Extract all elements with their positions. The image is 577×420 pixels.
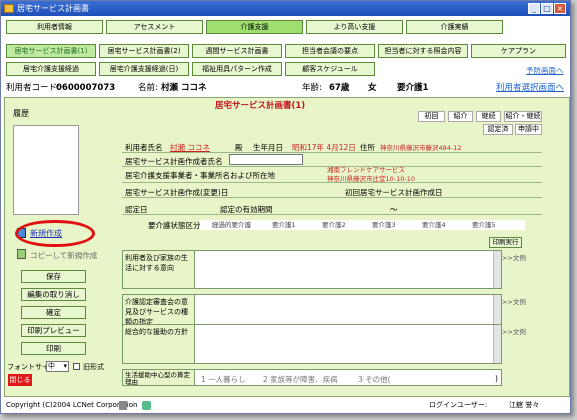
main-panel: 居宅サービス計画書(1) 履歴 新規作成 コピーして新規作成 保存 編集の取り消…	[4, 97, 570, 397]
santei-option-2[interactable]: 2 家族等が障害、疾病	[263, 374, 338, 385]
pen-icon	[119, 401, 127, 410]
ikou-label: 利用者及び家族の生活に対する意向	[123, 251, 195, 288]
kubun-label: 要介護状態区分	[148, 221, 201, 230]
close-window-button[interactable]: ×	[554, 3, 566, 14]
ikou-bunrei-link[interactable]: >>文例	[502, 252, 526, 262]
patient-age: 67歳	[329, 83, 350, 93]
divider	[122, 214, 542, 215]
save-button[interactable]: 保存	[21, 270, 86, 283]
tab-kaigo-shien[interactable]: 介護支援	[206, 20, 303, 34]
level-5[interactable]: 要介護5	[472, 220, 496, 230]
santei-paren-close: )	[495, 374, 498, 383]
close-button[interactable]: 閉じる	[8, 374, 32, 386]
status-keizoku[interactable]: 継続	[476, 111, 501, 122]
print-button[interactable]: 印刷	[21, 342, 86, 355]
tab-riyosha-info[interactable]: 利用者情報	[6, 20, 103, 34]
print-execute-button[interactable]: 印刷実行	[489, 237, 522, 248]
sub-tabs-row1: 居宅サービス計画書(1) 居宅サービス計画書(2) 週間サービス計画書 担当者会…	[6, 44, 571, 58]
ikou-section: 利用者及び家族の生活に対する意向	[122, 250, 502, 289]
patient-name: 村瀬 ココネ	[161, 83, 207, 93]
houshin-textarea[interactable]	[196, 325, 492, 363]
font-size-select[interactable]: 中	[46, 361, 69, 372]
santei-label: 生活援助中心型の算定理由	[123, 370, 195, 386]
copyright: Copyright (C)2004 LCNet Corporation	[6, 401, 138, 409]
title-bar: 居宅サービス計画書 _ □ ×	[1, 1, 570, 16]
tab-fukushi[interactable]: 福祉用具パターン作成	[192, 62, 282, 76]
santei-section: 生活援助中心型の算定理由 1 一人暮らし 2 家族等が障害、疾病 3 その他( …	[122, 369, 502, 386]
riyosha-select-link[interactable]: 利用者選択画面へ	[496, 81, 564, 95]
level-1[interactable]: 要介護1	[272, 220, 296, 230]
tab-schedule[interactable]: 顧客スケジュール	[285, 62, 375, 76]
tab-kaigo-jisseki[interactable]: 介護実績	[406, 20, 503, 34]
divider	[122, 152, 542, 153]
jigyosha-label: 居宅介護支援事業者・事業所名および所在地	[125, 171, 275, 180]
tab-inquiry[interactable]: 担当者に対する照会内容	[378, 44, 468, 58]
level-2[interactable]: 要介護2	[322, 220, 346, 230]
login-user: 江舘 誉々	[509, 401, 540, 409]
app-icon	[4, 4, 14, 13]
old-format-checkbox[interactable]	[73, 363, 80, 370]
houshin-section: 総合的な援助の方針	[122, 324, 502, 364]
cert-done[interactable]: 認定済	[483, 124, 513, 135]
history-list[interactable]	[13, 125, 79, 215]
cancel-edit-button[interactable]: 編集の取り消し	[21, 288, 86, 301]
divider	[122, 182, 542, 183]
houshin-bunrei-link[interactable]: >>文例	[502, 326, 526, 336]
divider	[122, 197, 542, 198]
patient-sex: 女	[368, 83, 377, 93]
code-label: 利用者コード:	[6, 83, 60, 93]
minimize-button[interactable]: _	[528, 3, 540, 14]
shinsakai-bunrei-link[interactable]: >>文例	[502, 296, 526, 306]
old-format-label: 旧形式	[83, 363, 104, 371]
level-4[interactable]: 要介護4	[422, 220, 446, 230]
patient-info-bar: 利用者コード: 0600007073 名前: 村瀬 ココネ 年齢: 67歳 女 …	[4, 81, 570, 95]
sakuseisha-input[interactable]	[229, 154, 303, 165]
maximize-button[interactable]: □	[541, 3, 553, 14]
top-tabs: 利用者情報 アセスメント 介護支援 より高い支援 介護実績	[6, 20, 571, 35]
print-preview-button[interactable]: 印刷プレビュー	[21, 324, 86, 337]
tab-keika-day[interactable]: 居宅介護支援経過(日)	[99, 62, 189, 76]
level-keika[interactable]: 経過的要介護	[212, 220, 251, 230]
highlight-circle	[15, 220, 95, 247]
tab-assessment[interactable]: アセスメント	[106, 20, 203, 34]
tab-plan2[interactable]: 居宅サービス計画書(2)	[99, 44, 189, 58]
tab-keika[interactable]: 居宅介護支援経過	[6, 62, 96, 76]
app-window: 居宅サービス計画書 _ □ × 利用者情報 アセスメント 介護支援 より高い支援…	[0, 0, 571, 414]
patient-care-level: 要介護1	[397, 83, 429, 93]
tool-icon	[142, 401, 151, 410]
tab-yori-takai[interactable]: より高い支援	[306, 20, 403, 34]
tab-plan1[interactable]: 居宅サービス計画書(1)	[6, 44, 96, 58]
tab-careplan[interactable]: ケアプラン	[471, 44, 566, 58]
level-3[interactable]: 要介護3	[372, 220, 396, 230]
sub-tabs-row2: 居宅介護支援経過 居宅介護支援経過(日) 福祉用具パターン作成 顧客スケジュール…	[6, 62, 571, 76]
houshin-scrollbar[interactable]	[493, 325, 501, 363]
patient-code: 0600007073	[56, 83, 116, 93]
houshin-label: 総合的な援助の方針	[123, 325, 195, 363]
confirm-button[interactable]: 確定	[21, 306, 86, 319]
history-label: 履歴	[13, 109, 29, 118]
window-title: 居宅サービス計画書	[17, 4, 89, 13]
address-value: 神奈川県藤沢市藤沢484-12	[380, 144, 462, 152]
status-shokai[interactable]: 初回	[418, 111, 445, 122]
status-shokai2[interactable]: 紹介	[448, 111, 473, 122]
tab-weekly[interactable]: 週間サービス計画書	[192, 44, 282, 58]
santei-option-1[interactable]: 1 一人暮らし	[201, 374, 246, 385]
name-label: 名前:	[138, 83, 158, 93]
status-shokai-keizoku[interactable]: 紹介・継続	[504, 111, 542, 122]
page-title: 居宅サービス計画書(1)	[215, 101, 306, 111]
care-level-options: 経過的要介護 要介護1 要介護2 要介護3 要介護4 要介護5	[200, 220, 525, 230]
ikou-scrollbar[interactable]	[493, 251, 501, 288]
ikou-textarea[interactable]	[196, 251, 492, 288]
age-label: 年齢:	[302, 83, 322, 93]
copy-create-link[interactable]: コピーして新規作成	[30, 250, 97, 261]
login-label: ログインユーザー:	[429, 401, 488, 409]
cert-applying[interactable]: 申請中	[515, 124, 542, 135]
copy-icon	[17, 249, 26, 259]
santei-option-3[interactable]: 3 その他(	[358, 374, 391, 385]
yobo-link[interactable]: 予防画面へ	[526, 65, 564, 76]
tab-meeting[interactable]: 担当者会議の要点	[285, 44, 375, 58]
footer: Copyright (C)2004 LCNet Corporation ログイン…	[4, 398, 570, 413]
